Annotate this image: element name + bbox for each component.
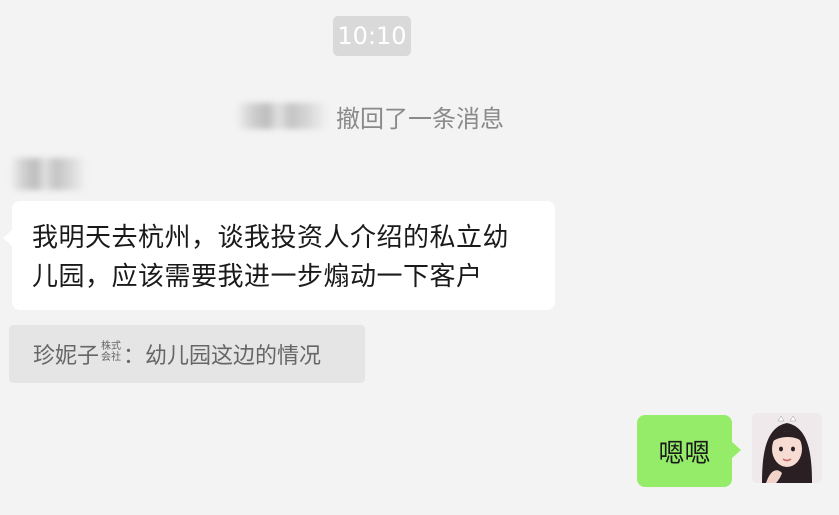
avatar-image (752, 413, 822, 483)
quote-company-top: 株式 (101, 341, 122, 352)
blurred-sender-name (236, 103, 328, 129)
quote-separator: ： (123, 344, 146, 369)
incoming-message-line: 儿园，应该需要我进一步煽动一下客户 (32, 262, 483, 292)
avatar[interactable] (752, 413, 822, 483)
outgoing-message-text: 嗯嗯 (658, 438, 711, 469)
recall-notice: 撤回了一条消息 (236, 96, 504, 136)
blurred-sender-name (10, 158, 86, 190)
quote-text: 幼儿园这边的情况 (145, 344, 322, 369)
incoming-message-bubble[interactable]: 我明天去杭州，谈我投资人介绍的私立幼 儿园，应该需要我进一步煽动一下客户 (3, 201, 555, 310)
quote-company-badge: 株式 会社 (101, 341, 121, 363)
recall-notice-text: 撤回了一条消息 (336, 104, 504, 133)
incoming-message-line: 我明天去杭州，谈我投资人介绍的私立幼 (32, 223, 510, 253)
quote-company-bottom: 会社 (101, 352, 122, 363)
timestamp: 10:10 (333, 16, 411, 56)
outgoing-message-bubble[interactable]: 嗯嗯 (637, 415, 741, 487)
quote-sender-name: 珍妮子 (33, 344, 100, 369)
quoted-message[interactable]: 珍妮子 株式 会社 ： 幼儿园这边的情况 (9, 325, 365, 383)
